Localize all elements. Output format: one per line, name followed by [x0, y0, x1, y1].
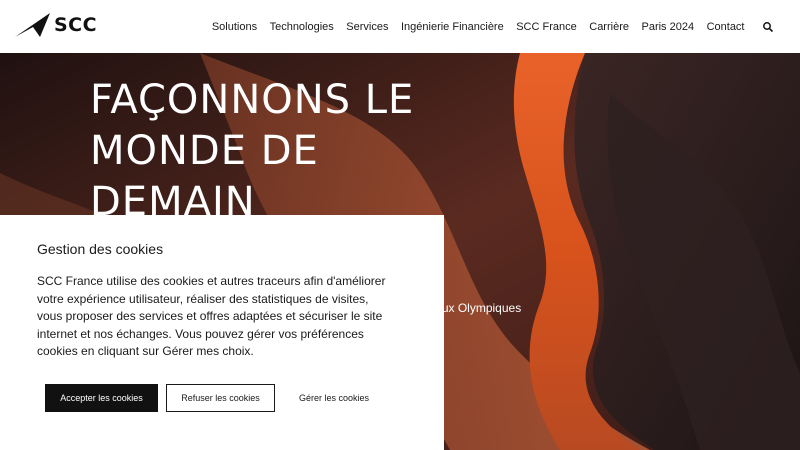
nav-item-contact[interactable]: Contact: [707, 21, 745, 33]
main-nav: Solutions Technologies Services Ingénier…: [212, 0, 800, 53]
nav-item-paris-2024[interactable]: Paris 2024: [641, 21, 694, 33]
nav-item-ingenierie-financiere[interactable]: Ingénierie Financière: [401, 21, 504, 33]
cookie-banner: Gestion des cookies SCC France utilise d…: [0, 215, 444, 450]
nav-item-carriere[interactable]: Carrière: [589, 21, 629, 33]
nav-item-scc-france[interactable]: SCC France: [516, 21, 577, 33]
accept-cookies-button[interactable]: Accepter les cookies: [45, 384, 158, 412]
site-header: SCC Solutions Technologies Services Ingé…: [0, 0, 800, 53]
nav-item-solutions[interactable]: Solutions: [212, 21, 257, 33]
cookie-description: SCC France utilise des cookies et autres…: [37, 274, 386, 358]
scc-logo-icon: [15, 13, 50, 37]
refuse-cookies-button[interactable]: Refuser les cookies: [166, 384, 275, 412]
cookie-title: Gestion des cookies: [37, 241, 164, 257]
search-icon[interactable]: [762, 21, 774, 33]
scc-logo[interactable]: SCC: [14, 11, 97, 39]
logo-text: SCC: [54, 14, 98, 36]
hero-title: FAÇONNONS LE MONDE DE DEMAIN: [90, 77, 415, 225]
nav-item-services[interactable]: Services: [346, 21, 388, 33]
nav-item-technologies[interactable]: Technologies: [270, 21, 334, 33]
manage-cookies-button[interactable]: Gérer les cookies: [283, 384, 385, 412]
